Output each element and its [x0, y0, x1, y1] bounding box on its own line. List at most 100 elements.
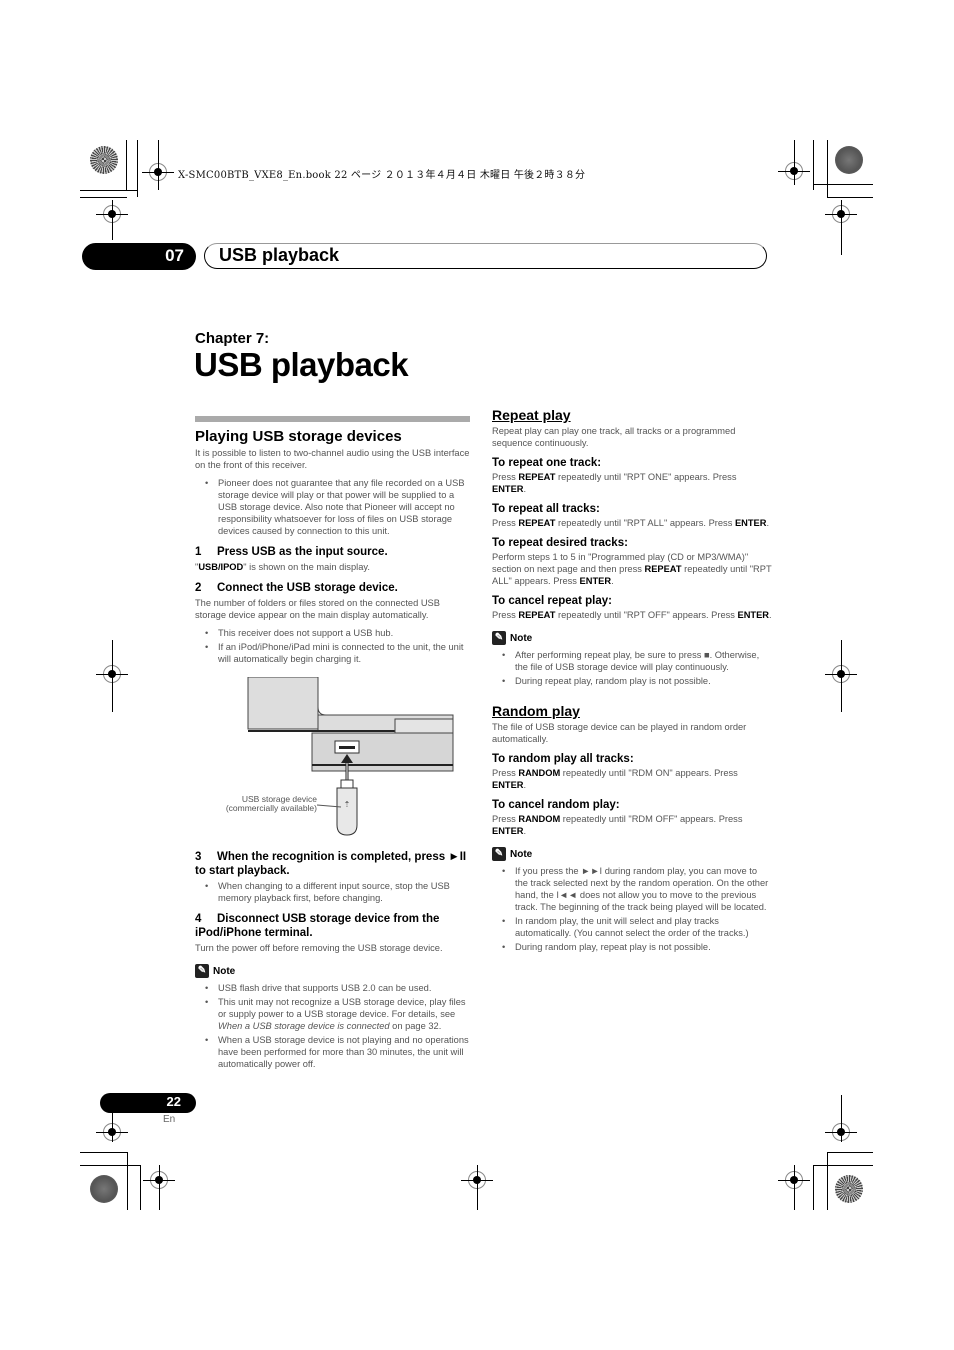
key-label: ENTER [734, 518, 767, 528]
pencil-note-icon: ✎ [492, 847, 506, 861]
crop-mark [126, 140, 127, 190]
step-text: The number of folders or files stored on… [195, 598, 440, 620]
key-label: RANDOM [518, 814, 561, 824]
chapter-title: USB playback [194, 346, 409, 383]
svg-text:⇡: ⇡ [344, 800, 351, 809]
repeat-one-heading: To repeat one track: [492, 457, 602, 469]
crop-mark [80, 197, 127, 198]
step-title: When the recognition is completed, press… [195, 851, 467, 877]
step-title: Disconnect USB storage device from the i… [195, 913, 440, 939]
note-heading: ✎ Note [492, 847, 772, 861]
cancel-random-heading: To cancel random play: [492, 799, 620, 811]
crop-mark [158, 140, 159, 190]
key-label: REPEAT [644, 564, 682, 574]
note-label: Note [510, 632, 533, 644]
text: . [523, 826, 527, 836]
step-bullets: When changing to a different input sourc… [195, 880, 470, 904]
running-header-title: USB playback [219, 245, 340, 265]
text: . [523, 484, 527, 494]
random-play-intro: The file of USB storage device can be pl… [492, 722, 747, 744]
crop-mark [827, 197, 873, 198]
chapter-number: 07 [165, 246, 184, 265]
right-column: Repeat play Repeat play can play one tra… [492, 407, 772, 959]
step-title: Press USB as the input source. [217, 546, 388, 558]
caption-line: (commercially available) [225, 803, 317, 813]
crop-mark [813, 1165, 814, 1210]
repeat-desired-heading: To repeat desired tracks: [492, 537, 628, 549]
text: . [523, 780, 527, 790]
page-number: 22 [166, 1094, 181, 1109]
text: repeatedly until "RPT ALL" appears. Pres… [555, 518, 735, 528]
step-number: 4 [195, 913, 202, 925]
crop-mark [140, 1165, 141, 1210]
list-item: Pioneer does not guarantee that any file… [205, 477, 470, 537]
crop-mark [827, 140, 828, 197]
instruction: Press RANDOM repeatedly until "RDM ON" a… [492, 767, 772, 791]
crop-mark [841, 640, 842, 712]
section-intro: It is possible to listen to two-channel … [195, 448, 470, 470]
list-item: When a USB storage device is not playing… [205, 1034, 470, 1070]
list-item: USB flash drive that supports USB 2.0 ca… [205, 982, 470, 994]
list-item: During random play, repeat play is not p… [502, 941, 772, 953]
crop-mark [827, 1152, 873, 1153]
random-all-heading: To random play all tracks: [492, 753, 634, 765]
key-label: ENTER [579, 576, 612, 586]
text: Press [492, 768, 519, 778]
text: " is shown on the main display. [243, 562, 370, 572]
note-label: Note [510, 848, 533, 860]
crop-mark [813, 184, 873, 185]
text: . [611, 576, 614, 586]
usb-connection-illustration: ⇡ USB storage device (commercially avail… [195, 676, 455, 842]
text: repeatedly until "RDM ON" appears. Press [560, 768, 738, 778]
instruction: Press REPEAT repeatedly until "RPT ALL" … [492, 517, 772, 529]
key-label: REPEAT [518, 518, 556, 528]
crop-mark [137, 140, 138, 197]
page-language: En [163, 1114, 176, 1125]
crop-mark [813, 1165, 873, 1166]
list-item: If you press the ►►I during random play,… [502, 865, 772, 913]
chapter-label: Chapter 7: [195, 330, 270, 347]
crop-mark [80, 1165, 140, 1166]
key-label: REPEAT [518, 610, 556, 620]
step-number: 3 [195, 851, 202, 863]
crop-mark [80, 190, 137, 191]
instruction: Press REPEAT repeatedly until "RPT ONE" … [492, 471, 772, 495]
instruction: Press RANDOM repeatedly until "RDM OFF" … [492, 813, 772, 837]
step-title: Connect the USB storage device. [217, 582, 398, 594]
crop-mark [112, 200, 113, 240]
crop-mark [841, 1095, 842, 1142]
color-wheel-icon [90, 1175, 118, 1203]
key-label: ENTER [737, 610, 770, 620]
note-heading: ✎ Note [195, 964, 470, 978]
text: Press [492, 814, 519, 824]
step-number: 2 [195, 582, 202, 594]
chapter-number-tab: 07 [82, 243, 196, 270]
display-text: USB/IPOD [198, 562, 244, 572]
repeat-all-heading: To repeat all tracks: [492, 503, 600, 515]
text: repeatedly until "RPT ONE" appears. Pres… [555, 472, 737, 482]
crop-mark [127, 1152, 128, 1210]
text: on page 32. [389, 1021, 442, 1031]
crop-mark [80, 1152, 127, 1153]
section-title: Playing USB storage devices [195, 428, 402, 445]
step-bullets: This receiver does not support a USB hub… [195, 627, 470, 665]
repeat-play-intro: Repeat play can play one track, all trac… [492, 426, 736, 448]
note-label: Note [213, 965, 236, 977]
list-item: When changing to a different input sourc… [205, 880, 470, 904]
note-heading: ✎ Note [492, 631, 772, 645]
section-rule [195, 416, 470, 422]
color-wheel-icon [835, 146, 863, 174]
text: This unit may not recognize a USB storag… [218, 997, 466, 1019]
page-number-tab: 22 [100, 1093, 196, 1113]
crop-mark [159, 1165, 160, 1210]
text: Press [492, 472, 519, 482]
usb-device-diagram-icon: ⇡ [247, 676, 454, 836]
random-play-title: Random play [492, 703, 580, 719]
cross-reference-link[interactable]: When a USB storage device is connected [218, 1021, 390, 1031]
note-bullets: After performing repeat play, be sure to… [492, 649, 772, 687]
text: repeatedly until "RDM OFF" appears. Pres… [560, 814, 743, 824]
text: . [769, 610, 772, 620]
key-label: ENTER [492, 826, 524, 836]
pencil-note-icon: ✎ [492, 631, 506, 645]
text: Press [492, 518, 519, 528]
